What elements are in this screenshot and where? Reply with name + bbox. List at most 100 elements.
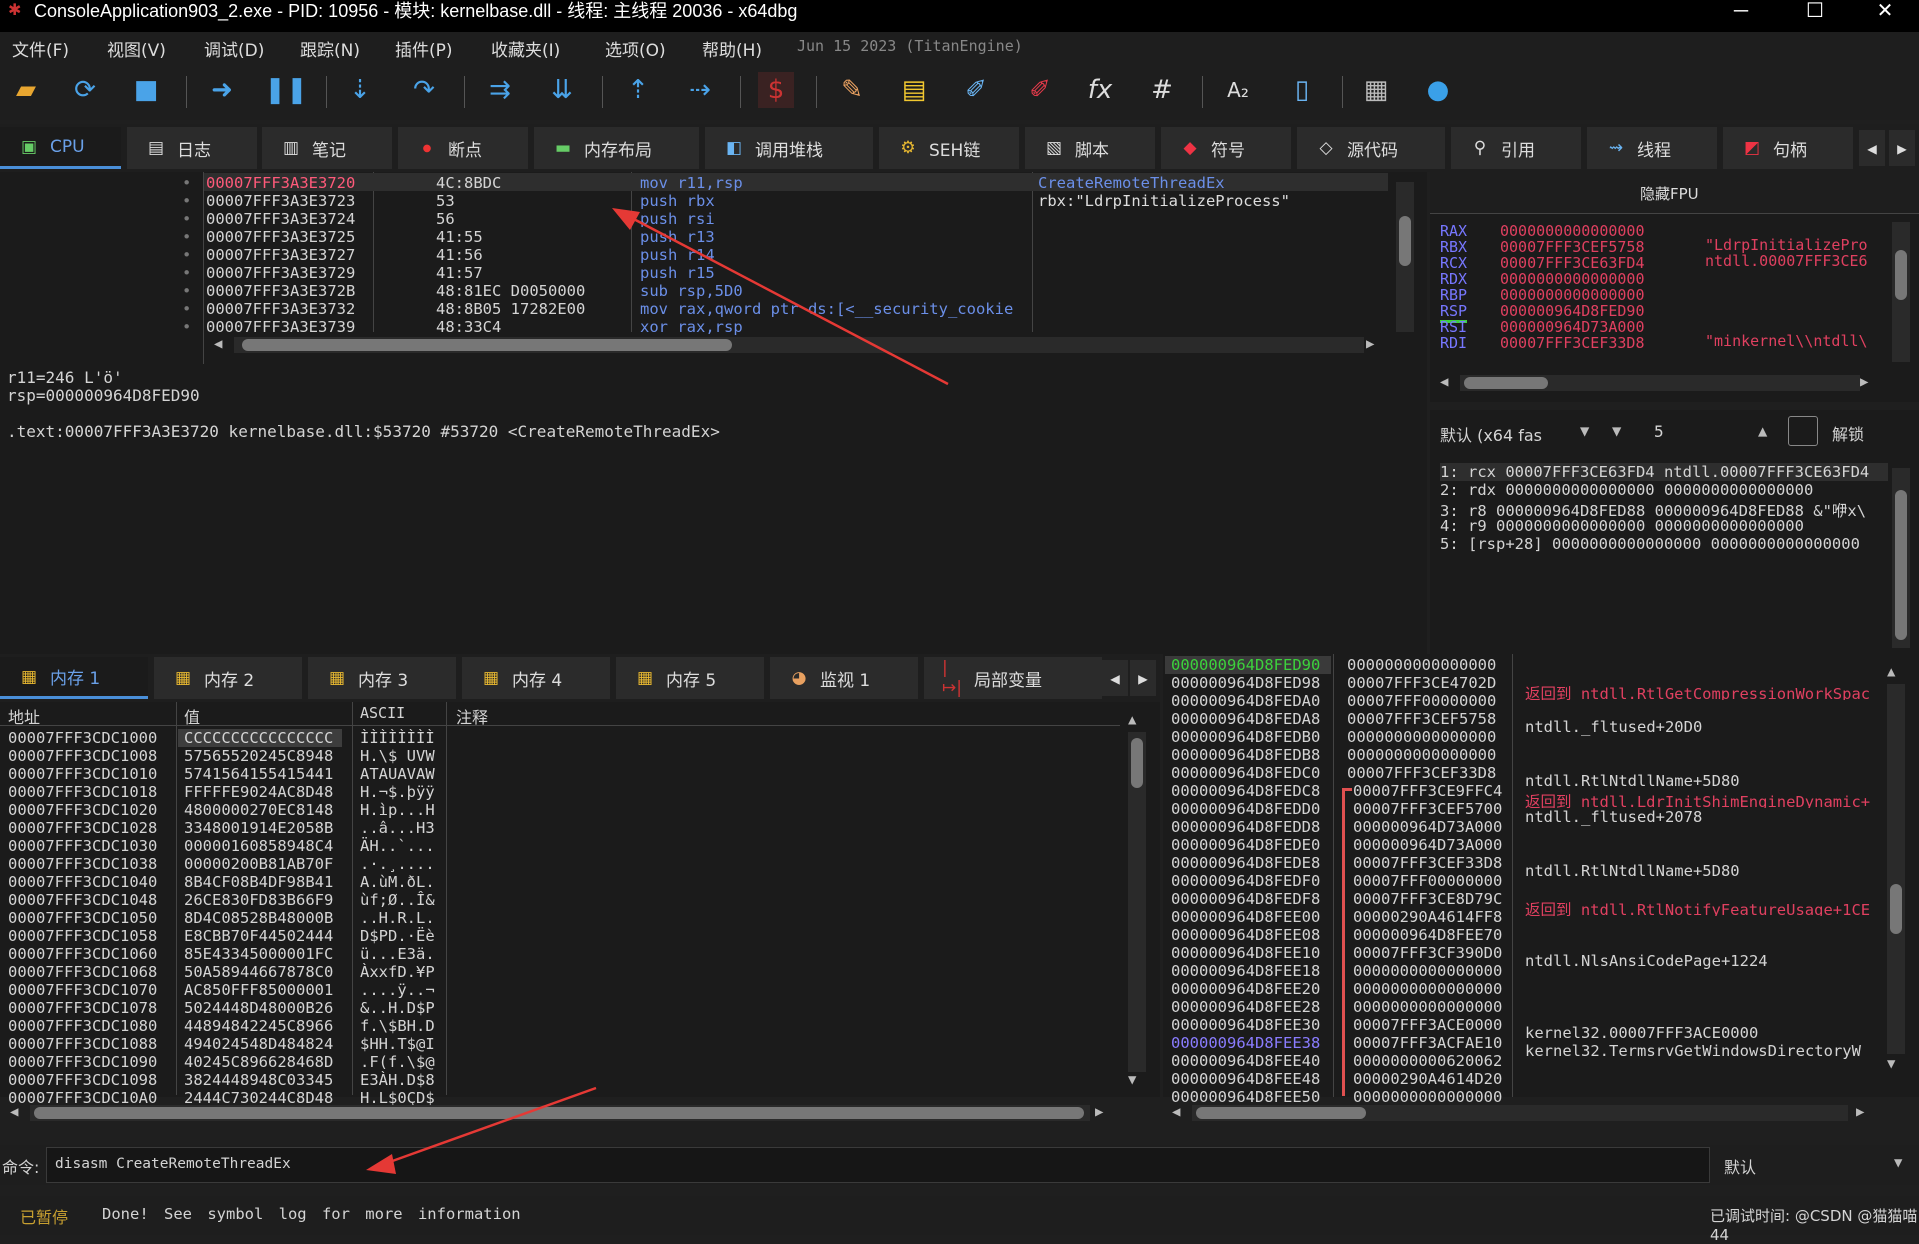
execute-till-return-icon[interactable]: ⇡ — [620, 72, 656, 108]
stack-address[interactable]: 000000964D8FEDE8 — [1171, 854, 1320, 872]
font-icon[interactable]: A₂ — [1220, 72, 1256, 108]
arguments-pane[interactable]: 1: rcx 00007FFF3CE63FD4 ntdll.00007FFF3C… — [1430, 460, 1919, 654]
dump-value[interactable]: 3824448948C03345 — [184, 1071, 333, 1089]
memory-dump-view[interactable]: 地址 值 ASCII 注释 00007FFF3CDC1000 CCCCCCCCCC… — [0, 702, 1160, 1107]
dump-ascii[interactable]: ..â...H3 — [360, 819, 435, 837]
dump-ascii[interactable]: $HH.T$@I — [360, 1035, 435, 1053]
tab-seh[interactable]: ⚙ SEH链 — [879, 127, 1019, 169]
dump-address[interactable]: 00007FFF3CDC1068 — [8, 963, 157, 981]
calculator-icon[interactable]: ▦ — [1358, 72, 1394, 108]
tab-locals[interactable]: |↦| 局部变量 — [924, 657, 1102, 699]
function-icon[interactable]: fx — [1082, 72, 1118, 108]
stack-scroll-down[interactable]: ▼ — [1887, 1056, 1895, 1072]
disassembly-view[interactable]: • 00007FFF3A3E3720 4C:8BDC mov r11,rsp Creat… — [0, 172, 1427, 364]
dump-value[interactable]: 5024448D48000B26 — [184, 999, 333, 1017]
dump-address[interactable]: 00007FFF3CDC1080 — [8, 1017, 157, 1035]
stack-value[interactable]: 000000964D73A000 — [1353, 836, 1502, 854]
dump-ascii[interactable]: H.¬$.þÿÿ — [360, 783, 435, 801]
tab-watch-1[interactable]: ◕ 监视 1 — [770, 657, 918, 699]
stack-scroll-right[interactable]: ▶ — [1856, 1104, 1864, 1120]
minimize-button[interactable]: ─ — [1716, 0, 1766, 22]
run-icon[interactable]: ➜ — [204, 72, 240, 108]
column-header-ascii[interactable]: ASCII — [360, 704, 405, 722]
dump-ascii[interactable]: ÄH..`... — [360, 837, 435, 855]
maximize-button[interactable]: ☐ — [1790, 0, 1840, 22]
stack-address[interactable]: 000000964D8FEE48 — [1171, 1070, 1320, 1088]
trace-into-icon[interactable]: ⇉ — [482, 72, 518, 108]
dump-address[interactable]: 00007FFF3CDC1050 — [8, 909, 157, 927]
bookmark-icon[interactable]: ✐ — [1022, 72, 1058, 108]
menu-trace[interactable]: 跟踪(N) — [300, 36, 360, 61]
dump-address[interactable]: 00007FFF3CDC1048 — [8, 891, 157, 909]
disasm-row[interactable]: • 00007FFF3A3E3724 56 push rsi — [0, 210, 1400, 228]
stack-value[interactable]: 00007FFF3CE4702D — [1347, 674, 1496, 692]
stack-address[interactable]: 000000964D8FEE18 — [1171, 962, 1320, 980]
dump-ascii[interactable]: .·.¸.... — [360, 855, 435, 873]
dump-value[interactable]: 44894842245C8966 — [184, 1017, 333, 1035]
stack-value[interactable]: 00007FFF00000000 — [1353, 872, 1502, 890]
chevron-down-icon[interactable]: ▼ — [1894, 1155, 1902, 1171]
hash-icon[interactable]: # — [1144, 72, 1180, 108]
dump-value[interactable]: 85E43345000001FC — [184, 945, 333, 963]
menu-plugins[interactable]: 插件(P) — [395, 36, 453, 61]
dump-value[interactable]: 3348001914E2058B — [184, 819, 333, 837]
dump-value[interactable]: 00000200B81AB70F — [184, 855, 333, 873]
stack-address[interactable]: 000000964D8FEE28 — [1171, 998, 1320, 1016]
chevron-up-icon[interactable]: ▲ — [1758, 422, 1767, 440]
tab-dump-1[interactable]: ▦ 内存 1 — [0, 657, 148, 699]
stack-value[interactable]: 0000000000000000 — [1347, 656, 1496, 674]
label-icon[interactable]: ✐ — [958, 72, 994, 108]
dump-value[interactable]: 8B4CF08B4DF98B41 — [184, 873, 333, 891]
stack-address[interactable]: 000000964D8FEDD8 — [1171, 818, 1320, 836]
column-header-comment[interactable]: 注释 — [456, 704, 488, 728]
dump-ascii[interactable]: H.\$ UVW — [360, 747, 435, 765]
dump-tabs-scroll-right-button[interactable]: ▶ — [1130, 660, 1156, 696]
stack-view[interactable]: 000000964D8FED90 0000000000000000 00000096… — [1163, 654, 1919, 1106]
globe-icon[interactable]: ● — [1420, 72, 1456, 108]
stack-address[interactable]: 000000964D8FEE50 — [1171, 1088, 1320, 1106]
dump-address[interactable]: 00007FFF3CDC1078 — [8, 999, 157, 1017]
comment-icon[interactable]: ▤ — [896, 72, 932, 108]
stack-address[interactable]: 000000964D8FEDF0 — [1171, 872, 1320, 890]
stack-value[interactable]: 0000000000000000 — [1347, 746, 1496, 764]
menu-file[interactable]: 文件(F) — [12, 36, 69, 61]
dump-ascii[interactable]: E3ÀH.D$8 — [360, 1071, 435, 1089]
chevron-down-icon[interactable]: ▼ — [1580, 422, 1589, 440]
pause-icon[interactable]: ❚❚ — [264, 72, 308, 108]
tab-symbols[interactable]: ◆ 符号 — [1161, 127, 1291, 169]
disasm-row[interactable]: • 00007FFF3A3E3727 41:56 push r14 — [0, 246, 1400, 264]
stack-address[interactable]: 000000964D8FEDC0 — [1171, 764, 1320, 782]
stack-value[interactable]: 00007FFF3ACE0000 — [1353, 1016, 1502, 1034]
menu-debug[interactable]: 调试(D) — [204, 36, 264, 61]
stack-address[interactable]: 000000964D8FEDA8 — [1171, 710, 1320, 728]
menu-options[interactable]: 选项(O) — [605, 36, 666, 61]
stack-address[interactable]: 000000964D8FEE20 — [1171, 980, 1320, 998]
disasm-row[interactable]: • 00007FFF3A3E372B 48:81EC D0050000 sub rsp… — [0, 282, 1400, 300]
dump-ascii[interactable]: H.ìp...H — [360, 801, 435, 819]
stop-icon[interactable]: ■ — [128, 72, 164, 108]
dump-tabs-scroll-left-button[interactable]: ◀ — [1102, 660, 1128, 696]
dump-ascii[interactable]: A.ùM.ðL. — [360, 873, 435, 891]
dump-value[interactable]: FFFFFE9024AC8D48 — [184, 783, 333, 801]
column-header-value[interactable]: 值 — [184, 704, 200, 728]
step-into-icon[interactable]: ⇣ — [342, 72, 378, 108]
menu-view[interactable]: 视图(V) — [107, 36, 166, 61]
step-over-icon[interactable]: ↷ — [406, 72, 442, 108]
tab-dump-5[interactable]: ▦ 内存 5 — [616, 657, 764, 699]
disasm-row[interactable]: • 00007FFF3A3E3732 48:8B05 17282E00 mov rax… — [0, 300, 1400, 318]
hide-fpu-button[interactable]: 隐藏FPU — [1640, 183, 1699, 204]
disasm-vertical-scrollbar[interactable] — [1396, 182, 1414, 332]
stack-value[interactable]: 00000290A4614D20 — [1353, 1070, 1502, 1088]
chevron-down-icon[interactable]: ▼ — [1612, 422, 1621, 440]
dump-ascii[interactable]: ùf;Ø..Î& — [360, 891, 435, 909]
stack-address[interactable]: 000000964D8FEE00 — [1171, 908, 1320, 926]
tabs-scroll-left-button[interactable]: ◀ — [1859, 130, 1885, 166]
registers-pane[interactable]: 隐藏FPU RAX 0000000000000000 RBX 00007FFF3CEF… — [1430, 172, 1919, 402]
dump-address[interactable]: 00007FFF3CDC1020 — [8, 801, 157, 819]
stack-address[interactable]: 000000964D8FEDF8 — [1171, 890, 1320, 908]
tab-memory-map[interactable]: ▬ 内存布局 — [534, 127, 699, 169]
dump-scroll-left[interactable]: ◀ — [10, 1104, 18, 1120]
menu-favourites[interactable]: 收藏夹(I) — [491, 36, 560, 61]
patch-icon[interactable]: ✎ — [834, 72, 870, 108]
tab-script[interactable]: ▧ 脚本 — [1025, 127, 1155, 169]
